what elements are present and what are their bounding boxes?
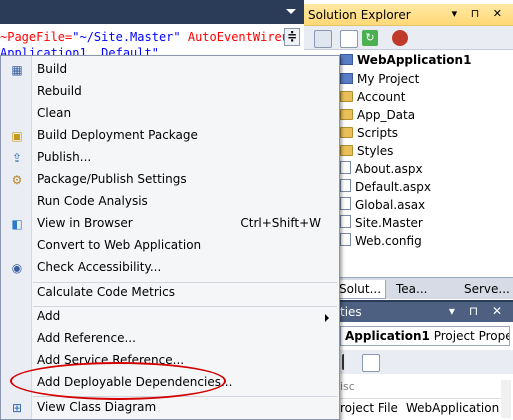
tree-item[interactable]: Account: [340, 88, 405, 106]
tab-server-explorer[interactable]: Serve...: [464, 280, 510, 298]
properties-row[interactable]: roject File WebApplication: [340, 398, 510, 417]
menu-item-check-accessibility[interactable]: ◉ Check Accessibility...: [1, 257, 339, 279]
menu-item-build[interactable]: ▦ Build: [1, 59, 339, 81]
menu-item-add-deployable-dependencies[interactable]: Add Deployable Dependencies...: [1, 372, 339, 394]
page-icon: [340, 179, 351, 192]
menu-item-view-in-browser[interactable]: ◧ View in Browser Ctrl+Shift+W: [1, 213, 339, 235]
window-buttons[interactable]: ▾ ⊓ ✕: [449, 304, 507, 318]
menu-item-add-reference[interactable]: Add Reference...: [1, 328, 339, 350]
page-icon: [340, 197, 351, 210]
menu-item-add-service-reference[interactable]: Add Service Reference...: [1, 350, 339, 372]
solution-explorer-title-bar: Solution Explorer ▾ ⊓ ✕: [304, 4, 513, 26]
solution-explorer-title: Solution Explorer: [308, 8, 411, 22]
package-icon: ▣: [11, 129, 23, 143]
properties-title: ties: [340, 305, 362, 319]
properties-icon[interactable]: [314, 30, 332, 48]
page-icon: [340, 233, 351, 246]
show-all-files-icon[interactable]: [340, 30, 358, 48]
editor-tab-bar: [0, 0, 304, 24]
tree-item[interactable]: Global.asax: [340, 196, 425, 214]
folder-icon: [340, 127, 353, 138]
tree-item[interactable]: About.aspx: [340, 160, 423, 178]
tree-item[interactable]: Site.Master: [340, 214, 423, 232]
context-menu: ▦ Build Rebuild Clean ▣ Build Deployment…: [0, 55, 340, 420]
browser-icon: ◧: [11, 217, 23, 231]
scrollbar[interactable]: [501, 380, 511, 418]
folder-icon: [340, 91, 353, 102]
menu-item-publish[interactable]: ⇪ Publish...: [1, 147, 339, 169]
folder-icon: [340, 109, 353, 120]
chevron-down-icon[interactable]: [286, 9, 296, 14]
property-value: WebApplication: [406, 401, 500, 415]
tree-item[interactable]: Scripts: [340, 124, 398, 142]
page-icon: [340, 161, 351, 174]
solution-explorer-toolbar: ↻: [304, 26, 513, 50]
code-editor[interactable]: ~PageFile="~/Site.Master" AutoEventWireu…: [0, 0, 304, 58]
tree-item[interactable]: Default.aspx: [340, 178, 431, 196]
view-designer-icon[interactable]: [392, 30, 408, 46]
project-icon: [340, 54, 353, 65]
project-icon: [340, 73, 353, 84]
refresh-icon[interactable]: ↻: [362, 30, 378, 46]
menu-item-view-class-diagram[interactable]: ⊞ View Class Diagram: [1, 397, 339, 419]
menu-item-calculate-code-metrics[interactable]: Calculate Code Metrics: [1, 282, 339, 304]
tree-item[interactable]: App_Data: [340, 106, 415, 124]
menu-item-add[interactable]: Add: [1, 306, 339, 328]
submenu-arrow-icon: [325, 314, 329, 322]
tab-solution-explorer[interactable]: Solut...: [334, 280, 387, 299]
menu-item-convert-to-web-application[interactable]: Convert to Web Application: [1, 235, 339, 257]
shortcut-label: Ctrl+Shift+W: [240, 216, 321, 230]
tree-item[interactable]: Styles: [340, 142, 393, 160]
property-pages-icon[interactable]: [362, 354, 380, 372]
settings-icon: ⚙: [11, 173, 23, 187]
publish-icon: ⇪: [11, 151, 23, 165]
property-name: roject File: [340, 401, 398, 415]
code-line: ~PageFile="~/Site.Master" AutoEventWireu…: [0, 30, 297, 44]
window-buttons[interactable]: ▾ ⊓ ✕: [452, 7, 507, 20]
menu-item-run-code-analysis[interactable]: Run Code Analysis: [1, 191, 339, 213]
split-editor-button[interactable]: ≑: [284, 28, 300, 46]
sort-icon[interactable]: [342, 354, 348, 370]
class-diagram-icon: ⊞: [11, 401, 23, 415]
tab-team-explorer[interactable]: Tea...: [396, 280, 427, 298]
menu-item-rebuild[interactable]: Rebuild: [1, 81, 339, 103]
tree-item[interactable]: My Project: [340, 70, 419, 88]
properties-category: isc: [340, 380, 355, 393]
tree-item[interactable]: Web.config: [340, 232, 422, 250]
build-icon: ▦: [11, 63, 23, 77]
menu-item-clean[interactable]: Clean: [1, 103, 339, 125]
menu-item-build-deployment-package[interactable]: ▣ Build Deployment Package: [1, 125, 339, 147]
properties-object-selector[interactable]: Application1 Project Properti: [340, 326, 510, 346]
accessibility-icon: ◉: [11, 261, 23, 275]
menu-item-package-publish-settings[interactable]: ⚙ Package/Publish Settings: [1, 169, 339, 191]
page-icon: [340, 215, 351, 228]
folder-icon: [340, 145, 353, 156]
tree-root[interactable]: WebApplication1: [340, 51, 471, 69]
